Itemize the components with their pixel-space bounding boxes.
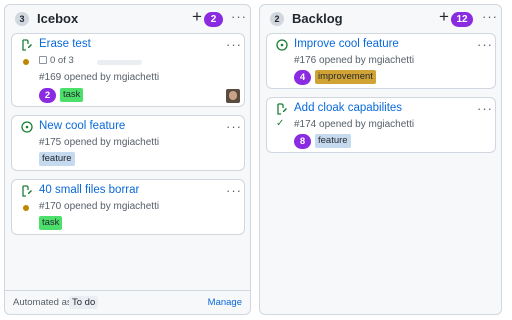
avatar[interactable] xyxy=(226,89,240,103)
column-header: 3 Icebox + 2 ··· xyxy=(5,5,250,31)
status-dot-icon xyxy=(23,59,29,65)
card-title-link[interactable]: Erase test xyxy=(39,38,91,50)
add-card-button[interactable]: + xyxy=(439,7,449,27)
column-header: 2 Backlog + 12 ··· xyxy=(260,5,501,31)
tasklist-icon xyxy=(39,56,47,64)
card-menu-icon[interactable]: ··· xyxy=(477,38,493,51)
card-improve-cool-feature[interactable]: Improve cool feature ··· #176 opened by … xyxy=(266,33,496,89)
label-task[interactable]: task xyxy=(60,88,84,102)
automation-preset-tag: To do xyxy=(69,296,99,309)
card-40-small-files-borrar[interactable]: 40 small files borrar ··· #170 opened by… xyxy=(11,179,245,235)
issue-open-icon xyxy=(21,121,33,133)
automation-text: Automated as xyxy=(13,297,72,308)
column-title: Backlog xyxy=(292,11,343,26)
card-title-link[interactable]: Add cloak capabilites xyxy=(294,102,402,114)
issue-draft-icon xyxy=(277,103,287,115)
card-title-link[interactable]: Improve cool feature xyxy=(294,38,399,50)
column-menu-icon[interactable]: ··· xyxy=(482,10,498,23)
card-menu-icon[interactable]: ··· xyxy=(226,38,242,51)
card-menu-icon[interactable]: ··· xyxy=(226,120,242,133)
label-feature[interactable]: feature xyxy=(39,152,75,166)
column-menu-icon[interactable]: ··· xyxy=(231,10,247,23)
card-erase-test[interactable]: Erase test ··· 0 of 3 #169 opened by mgi… xyxy=(11,33,245,107)
card-meta: #176 opened by mgiachetti xyxy=(294,55,415,66)
progress-text: 0 of 3 xyxy=(50,55,74,66)
column-title: Icebox xyxy=(37,11,79,26)
column-pill-badge[interactable]: 2 xyxy=(204,12,223,27)
card-meta: #169 opened by mgiachetti xyxy=(39,72,160,83)
card-meta: #175 opened by mgiachetti xyxy=(39,137,160,148)
label-improvement[interactable]: improvement xyxy=(315,70,376,84)
column-count-badge: 2 xyxy=(270,12,284,26)
card-add-cloak-capabilites[interactable]: Add cloak capabilites ··· ✓ #174 opened … xyxy=(266,97,496,153)
check-icon: ✓ xyxy=(276,118,285,129)
column-icebox: 3 Icebox + 2 ··· Erase test ··· 0 of 3 #… xyxy=(4,4,251,315)
linked-count-badge[interactable]: 8 xyxy=(294,134,311,149)
issue-draft-icon xyxy=(22,39,32,51)
card-menu-icon[interactable]: ··· xyxy=(477,102,493,115)
manage-automation-link[interactable]: Manage xyxy=(208,297,242,308)
card-meta: #170 opened by mgiachetti xyxy=(39,201,160,212)
linked-count-badge[interactable]: 4 xyxy=(294,70,311,85)
column-count-badge: 3 xyxy=(15,12,29,26)
issue-draft-icon xyxy=(22,185,32,197)
status-dot-icon xyxy=(23,205,29,211)
card-title-link[interactable]: New cool feature xyxy=(39,120,125,132)
add-card-button[interactable]: + xyxy=(192,7,202,27)
card-menu-icon[interactable]: ··· xyxy=(226,184,242,197)
column-pill-badge[interactable]: 12 xyxy=(451,12,473,27)
card-title-link[interactable]: 40 small files borrar xyxy=(39,184,139,196)
issue-open-icon xyxy=(276,39,288,51)
card-meta: #174 opened by mgiachetti xyxy=(294,119,415,130)
column-backlog: 2 Backlog + 12 ··· Improve cool feature … xyxy=(259,4,502,315)
progress-bar xyxy=(97,60,142,65)
label-task[interactable]: task xyxy=(39,216,63,230)
tasklist-progress: 0 of 3 xyxy=(39,55,74,66)
column-footer: Automated as To do Manage xyxy=(5,290,250,314)
linked-count-badge[interactable]: 2 xyxy=(39,88,56,103)
card-new-cool-feature[interactable]: New cool feature ··· #175 opened by mgia… xyxy=(11,115,245,171)
label-feature[interactable]: feature xyxy=(315,134,351,148)
